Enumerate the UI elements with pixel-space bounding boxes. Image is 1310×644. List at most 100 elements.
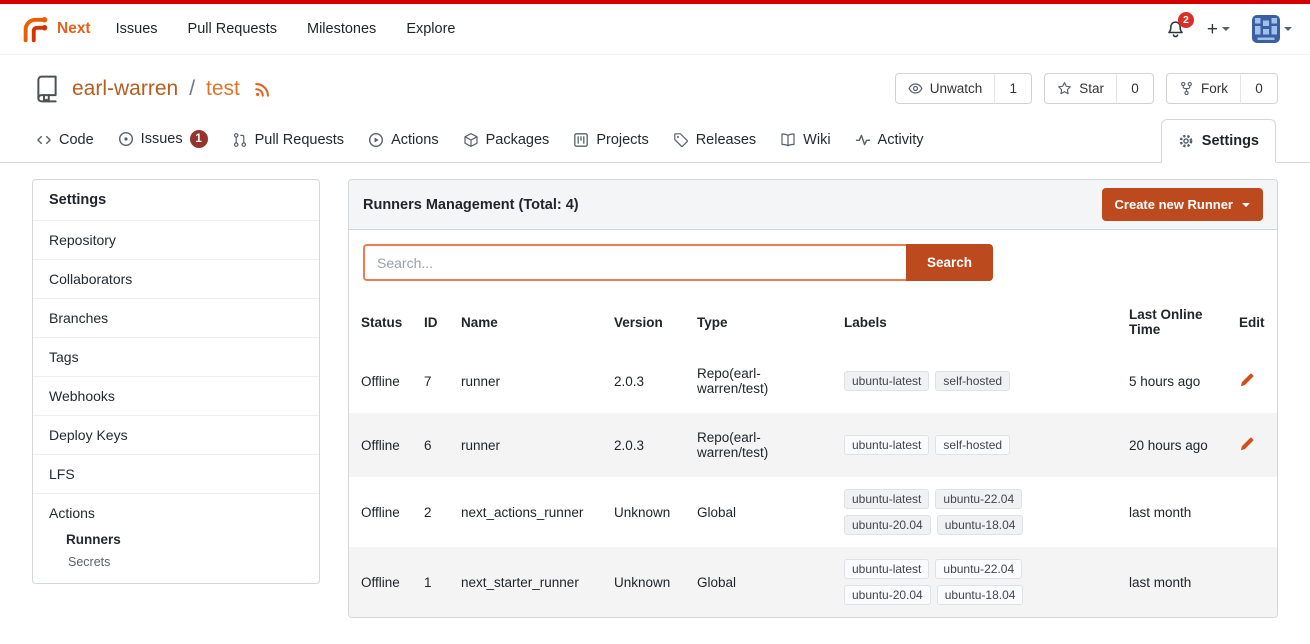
sidebar-item-collaborators[interactable]: Collaborators bbox=[33, 259, 319, 298]
column-header-name: Name bbox=[449, 295, 602, 349]
runner-labels: ubuntu-latestself-hosted bbox=[844, 371, 1105, 391]
eye-icon bbox=[908, 81, 923, 96]
brand-logo[interactable]: Next bbox=[18, 14, 101, 44]
star-button-group: Star 0 bbox=[1044, 73, 1154, 104]
repo-owner-link[interactable]: earl-warren bbox=[72, 77, 178, 101]
runner-label-chip: ubuntu-22.04 bbox=[935, 489, 1022, 509]
runner-last-online: last month bbox=[1117, 547, 1227, 617]
runner-status: Offline bbox=[349, 547, 412, 617]
runner-label-chip: ubuntu-latest bbox=[844, 435, 929, 455]
nav-item-milestones[interactable]: Milestones bbox=[292, 12, 391, 46]
tab-activity[interactable]: Activity bbox=[843, 120, 936, 162]
runner-row: Offline2next_actions_runnerUnknownGlobal… bbox=[349, 477, 1277, 547]
star-button[interactable]: Star bbox=[1044, 73, 1117, 104]
runner-labels: ubuntu-latestubuntu-22.04ubuntu-20.04ubu… bbox=[844, 559, 1105, 605]
tab-projects[interactable]: Projects bbox=[561, 120, 660, 162]
runner-type: Repo(earl-warren/test) bbox=[685, 413, 832, 477]
tab-issues[interactable]: Issues 1 bbox=[106, 118, 220, 162]
tab-actions[interactable]: Actions bbox=[356, 120, 451, 162]
gear-icon bbox=[1178, 133, 1194, 149]
create-runner-label: Create new Runner bbox=[1115, 197, 1233, 212]
runner-version: Unknown bbox=[602, 547, 685, 617]
runner-version: 2.0.3 bbox=[602, 413, 685, 477]
watch-button-group: Unwatch 1 bbox=[895, 73, 1033, 104]
caret-down-icon bbox=[1284, 27, 1292, 31]
nav-item-explore[interactable]: Explore bbox=[391, 12, 470, 46]
notifications-button[interactable]: 2 bbox=[1166, 20, 1185, 39]
runner-status: Offline bbox=[349, 349, 412, 413]
runners-panel-header: Runners Management (Total: 4) Create new… bbox=[349, 180, 1277, 230]
tab-releases[interactable]: Releases bbox=[661, 120, 768, 162]
runner-last-online: 20 hours ago bbox=[1117, 413, 1227, 477]
user-menu[interactable] bbox=[1252, 15, 1292, 43]
runner-version: Unknown bbox=[602, 477, 685, 547]
caret-down-icon bbox=[1222, 27, 1230, 31]
pencil-icon bbox=[1239, 372, 1255, 388]
tab-packages[interactable]: Packages bbox=[451, 120, 562, 162]
tab-settings[interactable]: Settings bbox=[1161, 119, 1276, 163]
navbar-right: 2 + bbox=[1166, 15, 1292, 43]
runner-search-button[interactable]: Search bbox=[906, 244, 993, 281]
tab-label: Releases bbox=[696, 132, 756, 148]
runner-status: Offline bbox=[349, 477, 412, 547]
sidebar-item-runners[interactable]: Runners bbox=[33, 528, 319, 551]
book-icon bbox=[780, 132, 796, 148]
pencil-icon bbox=[1239, 436, 1255, 452]
runner-type: Global bbox=[685, 547, 832, 617]
nav-item-issues[interactable]: Issues bbox=[101, 12, 173, 46]
runners-table: StatusIDNameVersionTypeLabelsLast Online… bbox=[349, 295, 1277, 617]
runner-id: 2 bbox=[412, 477, 449, 547]
runner-search-input[interactable] bbox=[363, 244, 906, 281]
sidebar-item-repository[interactable]: Repository bbox=[33, 220, 319, 259]
table-body: Offline7runner2.0.3Repo(earl-warren/test… bbox=[349, 349, 1277, 617]
edit-runner-button[interactable] bbox=[1239, 436, 1255, 452]
runner-last-online: 5 hours ago bbox=[1117, 349, 1227, 413]
edit-runner-button[interactable] bbox=[1239, 372, 1255, 388]
tab-label: Wiki bbox=[803, 132, 830, 148]
repo-title: earl-warren / test bbox=[32, 74, 272, 104]
runner-name: runner bbox=[449, 349, 602, 413]
create-runner-button[interactable]: Create new Runner bbox=[1102, 188, 1263, 221]
forks-count[interactable]: 0 bbox=[1240, 73, 1278, 104]
sidebar-item-tags[interactable]: Tags bbox=[33, 337, 319, 376]
create-new-button[interactable]: + bbox=[1207, 20, 1230, 39]
sidebar-item-actions[interactable]: Actions bbox=[33, 494, 319, 528]
sidebar-item-deploy-keys[interactable]: Deploy Keys bbox=[33, 415, 319, 454]
package-icon bbox=[463, 132, 479, 148]
runner-label-chip: ubuntu-20.04 bbox=[844, 585, 931, 605]
notification-count-badge: 2 bbox=[1178, 12, 1194, 28]
nav-item-pull-requests[interactable]: Pull Requests bbox=[173, 12, 292, 46]
plus-icon: + bbox=[1207, 20, 1218, 39]
runner-label-chip: ubuntu-latest bbox=[844, 559, 929, 579]
star-label: Star bbox=[1079, 81, 1104, 96]
runner-labels: ubuntu-latestself-hosted bbox=[844, 435, 1105, 455]
tab-label: Activity bbox=[878, 132, 924, 148]
sidebar-item-webhooks[interactable]: Webhooks bbox=[33, 376, 319, 415]
tab-label: Pull Requests bbox=[255, 132, 344, 148]
tab-wiki[interactable]: Wiki bbox=[768, 120, 842, 162]
rss-icon bbox=[254, 80, 272, 98]
sidebar-item-secrets[interactable]: Secrets bbox=[33, 551, 319, 573]
unwatch-button[interactable]: Unwatch bbox=[895, 73, 996, 104]
runners-title: Runners Management (Total: 4) bbox=[363, 197, 579, 213]
runner-label-chip: ubuntu-latest bbox=[844, 371, 929, 391]
stars-count[interactable]: 0 bbox=[1116, 73, 1154, 104]
user-avatar bbox=[1252, 15, 1280, 43]
runner-row: Offline6runner2.0.3Repo(earl-warren/test… bbox=[349, 413, 1277, 477]
caret-down-icon bbox=[1242, 203, 1250, 207]
watchers-count[interactable]: 1 bbox=[994, 73, 1032, 104]
settings-content: Settings RepositoryCollaboratorsBranches… bbox=[0, 163, 1310, 634]
sidebar-item-branches[interactable]: Branches bbox=[33, 298, 319, 337]
tab-pull-requests[interactable]: Pull Requests bbox=[220, 120, 356, 162]
runner-id: 7 bbox=[412, 349, 449, 413]
sidebar-item-lfs[interactable]: LFS bbox=[33, 454, 319, 493]
settings-sidebar: Settings RepositoryCollaboratorsBranches… bbox=[32, 179, 320, 584]
runner-label-chip: ubuntu-20.04 bbox=[844, 515, 931, 535]
rss-feed-button[interactable] bbox=[254, 80, 272, 98]
fork-button[interactable]: Fork bbox=[1166, 73, 1241, 104]
tab-code[interactable]: Code bbox=[24, 120, 106, 162]
repo-name-link[interactable]: test bbox=[206, 77, 240, 101]
repo-actions: Unwatch 1 Star 0 Fork bbox=[895, 73, 1278, 104]
fork-label: Fork bbox=[1201, 81, 1228, 96]
project-board-icon bbox=[573, 132, 589, 148]
